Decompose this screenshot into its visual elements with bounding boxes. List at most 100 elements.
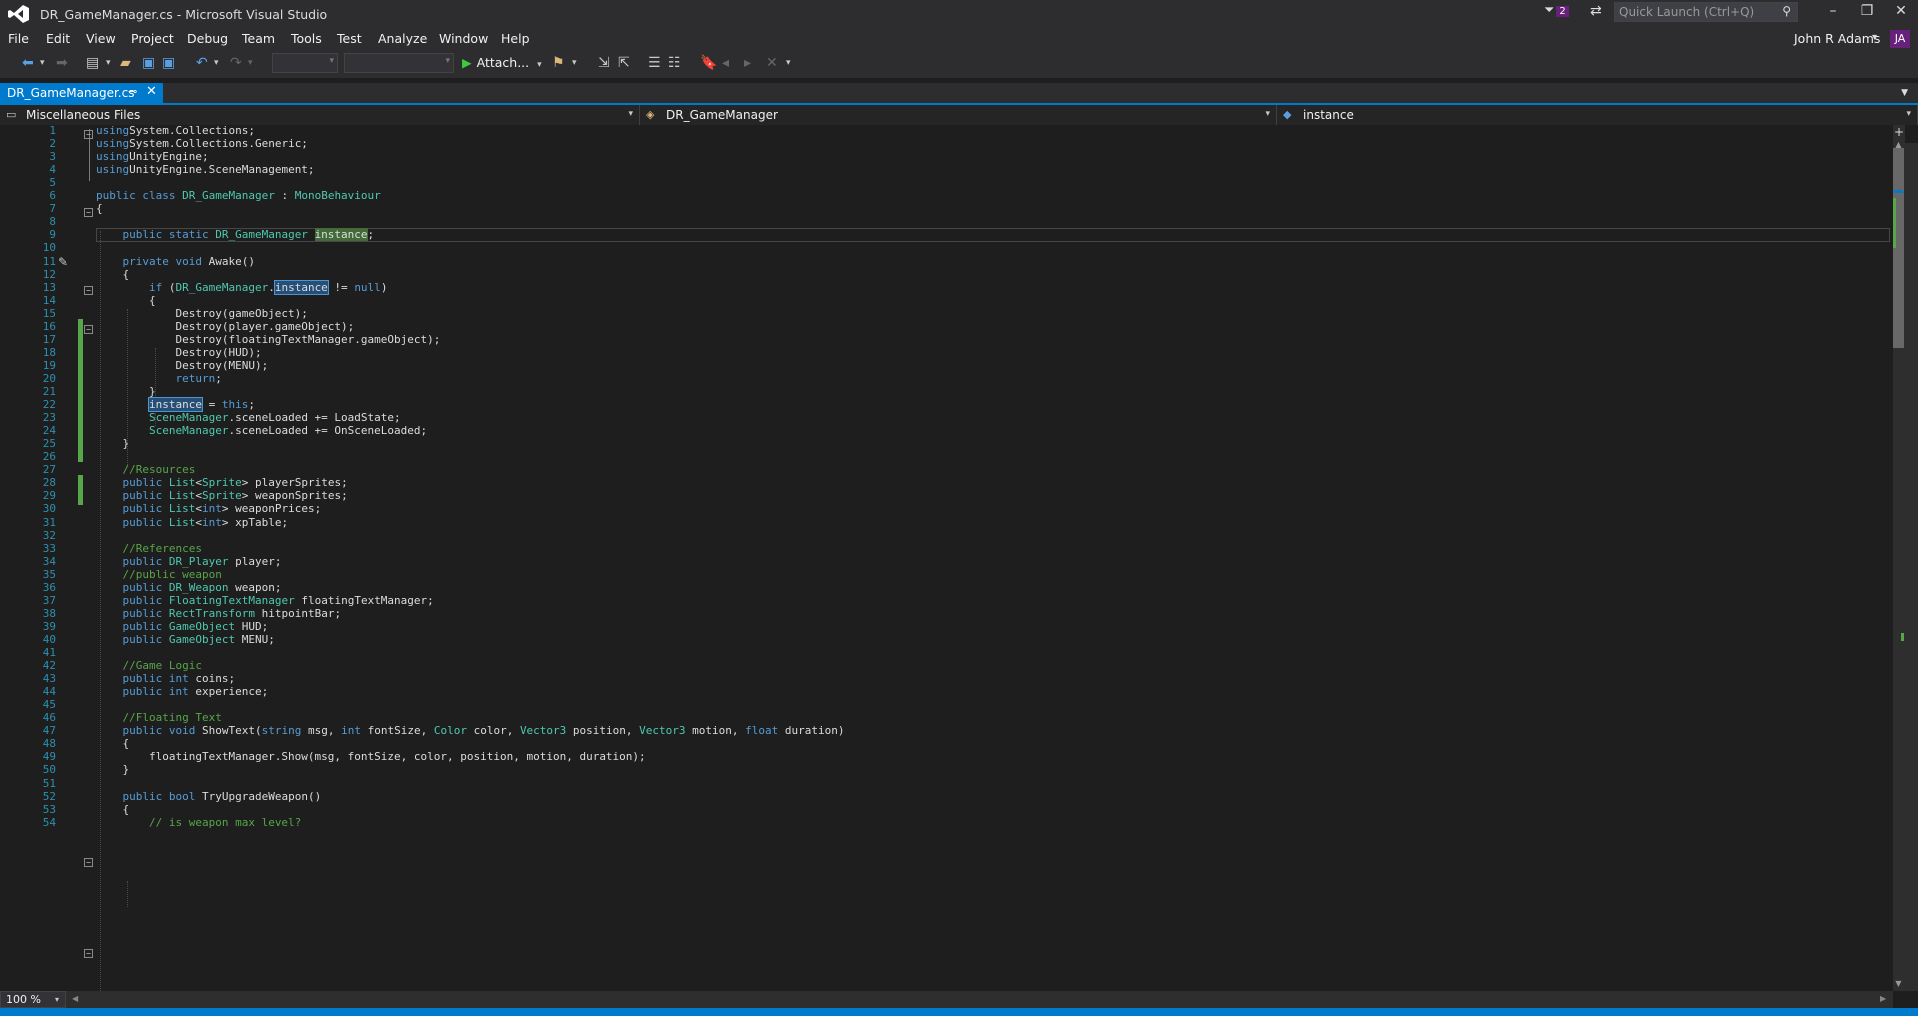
- chevron-down-icon: ▾: [628, 109, 633, 119]
- uncomment-icon[interactable]: ☷: [668, 55, 681, 71]
- redo-icon[interactable]: ↷: [230, 55, 242, 71]
- navigate-back-icon[interactable]: ⬅: [22, 55, 34, 71]
- step-over-icon[interactable]: ⇱: [618, 55, 630, 71]
- menu-file[interactable]: File: [8, 31, 29, 46]
- code-token: public bool: [122, 789, 196, 803]
- code-token: msg,: [301, 724, 342, 738]
- restore-button[interactable]: ❐: [1852, 3, 1882, 19]
- search-icon[interactable]: ⚲: [1782, 4, 1791, 18]
- menu-tools[interactable]: Tools: [291, 31, 322, 46]
- code-token: public int: [122, 672, 189, 686]
- comment-icon[interactable]: ☰: [648, 55, 661, 71]
- scrollbar-thumb[interactable]: [1893, 148, 1904, 348]
- user-name[interactable]: John R Adams: [1794, 31, 1880, 46]
- menu-help[interactable]: Help: [501, 31, 530, 46]
- save-all-icon[interactable]: ▣: [162, 55, 175, 71]
- menu-analyze[interactable]: Analyze: [378, 31, 427, 46]
- solution-configuration-dropdown[interactable]: ▾: [272, 53, 338, 73]
- chevron-down-icon[interactable]: ▾: [248, 58, 253, 68]
- scroll-down-icon[interactable]: ▼: [1893, 979, 1904, 988]
- close-icon[interactable]: ✕: [146, 84, 157, 99]
- menu-edit[interactable]: Edit: [46, 31, 70, 46]
- scroll-right-icon[interactable]: ▶: [1880, 994, 1886, 1003]
- menu-debug[interactable]: Debug: [187, 31, 228, 46]
- code-token: instance: [147, 397, 203, 413]
- notifications-button[interactable]: ⏷ 2: [1544, 3, 1569, 18]
- chevron-down-icon[interactable]: ▾: [106, 58, 111, 68]
- close-button[interactable]: ✕: [1886, 3, 1916, 19]
- toolbar-overflow-icon[interactable]: ▾: [786, 58, 791, 68]
- code-token: color,: [466, 724, 520, 738]
- solution-platform-dropdown[interactable]: ▾: [344, 53, 454, 73]
- code-text[interactable]: // is weapon max level?: [96, 815, 301, 831]
- window-title: DR_GameManager.cs - Microsoft Visual Stu…: [40, 7, 328, 22]
- member-dropdown[interactable]: ◆ instance ▾: [1277, 105, 1918, 125]
- tab-overflow-icon[interactable]: ▼: [1901, 88, 1908, 98]
- bookmark-icon[interactable]: 🔖: [700, 55, 717, 71]
- quick-launch[interactable]: ⚲: [1614, 2, 1798, 22]
- code-token: int: [202, 502, 222, 516]
- collapse-icon[interactable]: −: [84, 949, 93, 958]
- vertical-scrollbar[interactable]: ▲ ▼: [1893, 140, 1918, 991]
- save-icon[interactable]: ▣: [142, 55, 155, 71]
- collapse-icon[interactable]: −: [84, 858, 93, 867]
- code-token: <: [195, 476, 202, 490]
- attach-debugger-button[interactable]: ▶ Attach... ▾: [462, 55, 542, 70]
- undo-icon[interactable]: ↶: [196, 55, 208, 71]
- navigate-forward-icon[interactable]: ➡: [56, 55, 68, 71]
- code-token: ): [380, 280, 388, 294]
- quick-launch-input[interactable]: [1619, 3, 1769, 21]
- new-project-icon[interactable]: ▤: [86, 55, 99, 71]
- menu-team[interactable]: Team: [242, 31, 275, 46]
- code-token: using: [96, 137, 130, 151]
- chevron-down-icon: ▾: [1265, 109, 1270, 119]
- zoom-dropdown[interactable]: 100 % ▾: [0, 991, 66, 1008]
- code-token: !=: [327, 280, 355, 294]
- menu-project[interactable]: Project: [131, 31, 174, 46]
- menu-window[interactable]: Window: [439, 31, 488, 46]
- find-in-files-icon[interactable]: ⚑: [552, 55, 565, 71]
- chevron-down-icon[interactable]: ▾: [214, 58, 219, 68]
- scroll-left-icon[interactable]: ◀: [72, 994, 78, 1003]
- feedback-icon[interactable]: ⇄: [1590, 3, 1602, 19]
- code-token: TryUpgradeWeapon(): [195, 789, 322, 803]
- avatar[interactable]: JA: [1890, 30, 1910, 48]
- chevron-down-icon[interactable]: ▾: [572, 58, 577, 68]
- chevron-down-icon[interactable]: ▾: [40, 58, 45, 68]
- minimize-button[interactable]: –: [1818, 3, 1848, 19]
- code-token: public static: [122, 228, 209, 242]
- code-token: instance: [314, 228, 368, 242]
- class-dropdown[interactable]: ◈ DR_GameManager ▾: [640, 105, 1277, 125]
- code-token: duration): [778, 724, 845, 738]
- previous-bookmark-icon[interactable]: ◂: [722, 55, 729, 71]
- clear-bookmarks-icon[interactable]: ✕: [766, 55, 778, 71]
- menu-view[interactable]: View: [86, 31, 116, 46]
- code-token: List: [168, 502, 196, 516]
- menu-test[interactable]: Test: [337, 31, 362, 46]
- code-token: DR_Weapon: [168, 580, 229, 594]
- step-into-icon[interactable]: ⇲: [598, 55, 610, 71]
- pin-icon[interactable]: ⊸: [128, 85, 137, 98]
- code-token: List: [168, 515, 196, 529]
- project-name: Miscellaneous Files: [26, 108, 141, 122]
- open-file-icon[interactable]: ▰: [120, 55, 131, 71]
- project-dropdown[interactable]: ▭ Miscellaneous Files ▾: [0, 105, 640, 125]
- code-editor[interactable]: − − − − − − ✎ 1 usingSystem.Collections; 2…: [0, 125, 1893, 991]
- chevron-down-icon[interactable]: ▾: [1872, 32, 1877, 43]
- member-name: instance: [1303, 108, 1354, 122]
- editor-bottom-bar: 100 % ▾ ◀ ▶: [0, 991, 1893, 1008]
- tab-dr-gamemanager[interactable]: DR_GameManager.cs ⊸ ✕: [0, 83, 163, 103]
- next-bookmark-icon[interactable]: ▸: [744, 55, 751, 71]
- code-line[interactable]: 54 // is weapon max level?: [0, 815, 1893, 831]
- document-tab-strip: DR_GameManager.cs ⊸ ✕ ▼: [0, 83, 1918, 103]
- code-token: .sceneLoaded += OnSceneLoaded;: [228, 424, 428, 438]
- code-token: public: [122, 489, 163, 503]
